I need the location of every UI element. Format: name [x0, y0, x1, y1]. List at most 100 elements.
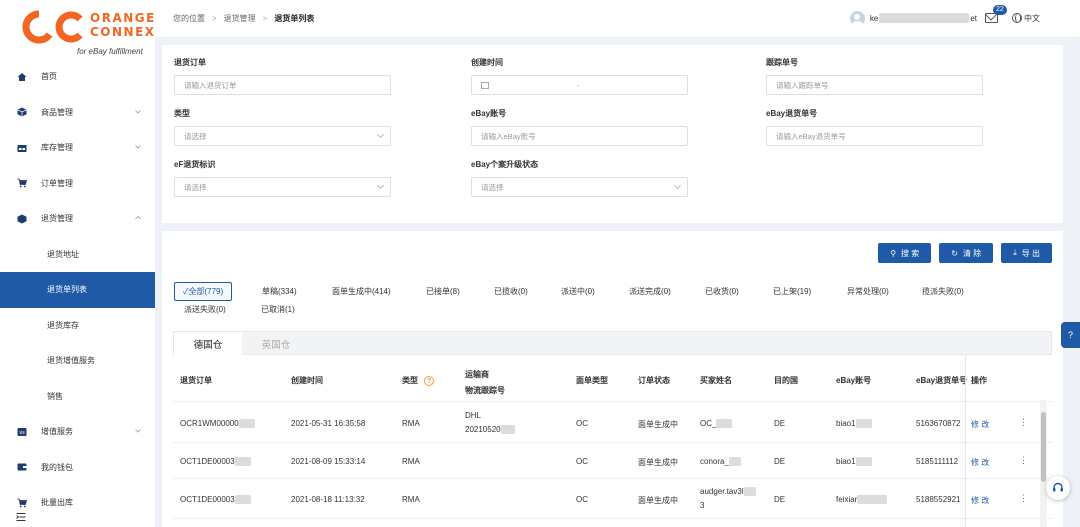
col-created: 创建时间 [291, 376, 323, 385]
cart-icon [17, 498, 27, 508]
breadcrumb: 您的位置 > 退货管理 > 退货单列表 [173, 13, 314, 24]
cell-ebay-no: 5163670872 [916, 419, 961, 428]
cell-label-type: OC [576, 495, 588, 504]
tab-germany-warehouse[interactable]: 德国仓 [174, 332, 242, 355]
search-button[interactable]: ⚲ 搜 索 [878, 243, 932, 263]
language-label: 中文 [1024, 13, 1040, 23]
sidebar-subitem-return-list[interactable]: 退货单列表 [0, 272, 155, 308]
col-buyer: 买家姓名 [700, 376, 732, 385]
sidebar-subitem-return-services[interactable]: 退货增值服务 [0, 343, 155, 379]
globe-icon [1012, 13, 1022, 23]
status-tab-all[interactable]: ✓全部(779) [174, 282, 233, 301]
cell-account: biao1 [836, 419, 872, 429]
top-header: 您的位置 > 退货管理 > 退货单列表 ke et 22 中文 [155, 0, 1080, 37]
status-tab[interactable]: 已取消(1) [261, 304, 295, 315]
language-switch[interactable]: 中文 [1012, 13, 1040, 24]
status-tab[interactable]: 派送完成(0) [629, 286, 671, 297]
sidebar-item-wallet[interactable]: 我的钱包 [0, 450, 155, 486]
redacted-block [857, 495, 888, 505]
help-tab[interactable]: ? [1061, 322, 1080, 348]
status-tab[interactable]: 草稿(334) [262, 286, 297, 297]
status-tab[interactable]: 派送中(0) [561, 286, 595, 297]
action-buttons: ⚲ 搜 索 ↻ 清 除 ⤓ 导 出 [878, 243, 1052, 263]
table-row: OCT1DE00003 2021-08-18 11:13:32 RMA OC 面… [173, 479, 1052, 519]
customer-service-button[interactable] [1046, 476, 1070, 500]
chevron-down-icon [135, 429, 141, 433]
sidebar-subitem-return-stock[interactable]: 退货库存 [0, 308, 155, 344]
status-tab[interactable]: 揽派失败(0) [922, 286, 964, 297]
sidebar-item-label: 我的钱包 [41, 462, 73, 472]
redacted-block [234, 457, 251, 467]
status-tab[interactable]: 异常处理(0) [847, 286, 889, 297]
ebay-account-input[interactable]: 请输入eBay账号 [471, 126, 688, 146]
status-tab[interactable]: 派送失败(0) [184, 304, 226, 315]
sidebar-item-label: 增值服务 [41, 427, 73, 437]
filter-ebay-account: eBay账号 请输入eBay账号 [471, 108, 688, 146]
sidebar-subitem-sales[interactable]: 销售 [0, 379, 155, 415]
table-scrollbar[interactable] [1040, 400, 1047, 527]
breadcrumb-returns[interactable]: 退货管理 [224, 13, 256, 24]
scrollbar-thumb[interactable] [1041, 412, 1046, 482]
sidebar-item-value-added[interactable]: vs 增值服务 [0, 414, 155, 450]
select-placeholder: 请选择 [481, 182, 504, 192]
created-time-range-input[interactable]: - [471, 75, 688, 95]
status-tab[interactable]: 面单生成中(414) [332, 286, 391, 297]
question-icon[interactable]: ? [424, 376, 434, 386]
sidebar-item-orders[interactable]: 订单管理 [0, 166, 155, 202]
sidebar-item-label: 商品管理 [41, 107, 73, 117]
sidebar-item-label: 首页 [41, 72, 57, 82]
cell-order: OCR1WM00000 [180, 419, 255, 429]
redacted-block [716, 419, 733, 429]
download-icon: ⤓ [1013, 248, 1017, 257]
breadcrumb-current: 退货单列表 [274, 14, 315, 23]
export-button[interactable]: ⤓ 导 出 [1001, 243, 1052, 263]
logo-line1: ORANGE [90, 11, 156, 25]
logo-line2: CONNEX [90, 25, 156, 39]
edit-link[interactable]: 修 改 [971, 457, 989, 468]
user-name[interactable]: ke et [870, 13, 977, 23]
avatar[interactable] [849, 10, 865, 26]
tracking-no-input[interactable]: 请输入跟踪单号 [766, 75, 983, 95]
ebay-return-no-input[interactable]: 请输入eBay退货单号 [766, 126, 983, 146]
more-icon[interactable]: ⋮ [1019, 493, 1028, 504]
collapse-menu-icon[interactable] [16, 512, 26, 522]
ebay-case-select[interactable]: 请选择 [471, 177, 688, 197]
cell-dest: DE [774, 457, 786, 466]
filter-label: 跟踪单号 [766, 58, 798, 67]
sidebar-subitem-return-address[interactable]: 退货地址 [0, 237, 155, 273]
return-order-input[interactable]: 请输入退货订单 [174, 75, 391, 95]
col-dest: 目的国 [774, 376, 798, 385]
type-select[interactable]: 请选择 [174, 126, 391, 146]
status-tab[interactable]: 已揽收(0) [494, 286, 528, 297]
status-tab[interactable]: 已接单(8) [426, 286, 460, 297]
status-tab[interactable]: 已收货(0) [705, 286, 739, 297]
edit-link[interactable]: 修 改 [971, 495, 989, 506]
ef-flag-select[interactable]: 请选择 [174, 177, 391, 197]
col-ebay-return-no: eBay退货单号 [916, 376, 968, 385]
calendar-icon [481, 81, 489, 89]
status-tab[interactable]: 已上架(19) [773, 286, 811, 297]
redacted-block [500, 425, 515, 435]
sidebar-item-inventory[interactable]: 库存管理 [0, 130, 155, 166]
more-icon[interactable]: ⋮ [1019, 455, 1028, 466]
breadcrumb-separator-icon: > [262, 14, 268, 23]
clear-button[interactable]: ↻ 清 除 [939, 243, 994, 263]
sidebar-item-returns[interactable]: 退货管理 [0, 201, 155, 237]
value-added-icon: vs [17, 427, 27, 436]
sidebar-item-home[interactable]: 首页 [0, 59, 155, 95]
more-icon[interactable]: ⋮ [1019, 417, 1028, 428]
filter-tracking-no: 跟踪单号 请输入跟踪单号 [766, 57, 983, 95]
cell-account: feixiar [836, 495, 888, 505]
mail-icon[interactable]: 22 [985, 5, 1007, 23]
sidebar-item-products[interactable]: 商品管理 [0, 95, 155, 131]
cell-order: OCT1DE00003 [180, 457, 251, 467]
cell-label-type: OC [576, 457, 588, 466]
cell-label-type: OC [576, 419, 588, 428]
breadcrumb-location: 您的位置 [173, 14, 205, 23]
tab-uk-warehouse[interactable]: 英国仓 [242, 332, 310, 355]
cell-account: biao1 [836, 457, 872, 467]
chevron-down-icon [376, 130, 385, 139]
table-row: OCR1WM00000 2021-05-31 16:35:58 RMA DHL … [173, 403, 1052, 443]
edit-link[interactable]: 修 改 [971, 419, 989, 430]
select-placeholder: 请选择 [184, 131, 207, 141]
